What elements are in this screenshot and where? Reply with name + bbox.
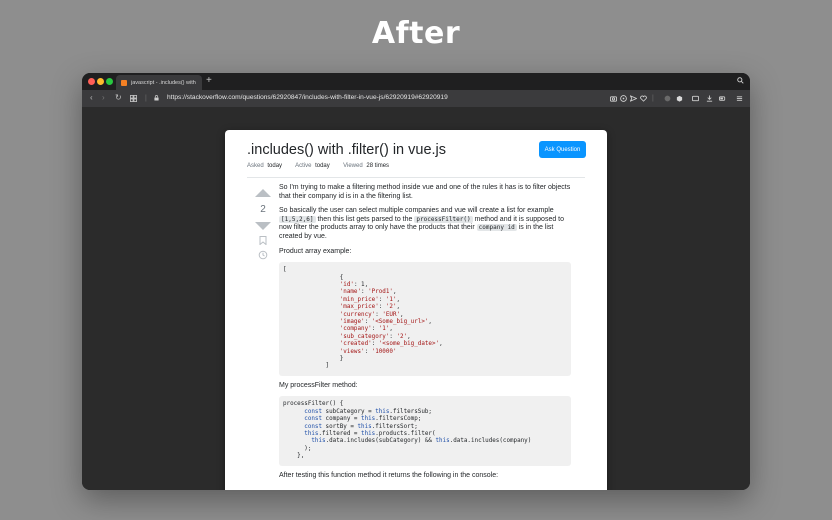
wallet-icon[interactable] [692,95,699,102]
stackoverflow-favicon-icon [121,79,127,86]
asked-value: today [267,163,283,169]
navigation-bar: ‹ › ↻ | https://stackoverflow.com/questi… [82,90,750,107]
heart-icon[interactable] [640,95,647,102]
history-icon[interactable] [258,250,268,260]
code-line: 'created': '<some_big_date>', [339,341,443,348]
code-line: 'min_price': '1', [339,296,401,303]
code-line: 'company': '1', [339,326,393,333]
divider: | [145,95,147,102]
code-block-process-filter: processFilter() { const subCategory = th… [279,396,571,466]
code-line: 'currency': 'EUR', [339,311,404,318]
new-tab-button[interactable]: + [206,76,212,86]
question-title[interactable]: .includes() with .filter() in vue.js [247,142,446,158]
active-value[interactable]: today [315,163,330,169]
code-line: { [283,274,344,281]
camera-icon[interactable] [610,95,617,102]
browser-window: javascript - .includes() with .filt + ‹ … [82,73,750,490]
code-line: processFilter() { [283,401,344,408]
divider [247,177,585,178]
minimize-window-button[interactable] [97,78,104,85]
post-paragraph: After testing this function method it re… [279,471,499,479]
close-window-button[interactable] [88,78,95,85]
tab-bar: javascript - .includes() with .filt + [82,73,750,90]
browser-tab[interactable]: javascript - .includes() with .filt [116,75,202,90]
menu-icon[interactable] [736,95,743,102]
forward-icon[interactable]: › [102,93,105,103]
code-line: 'image': '<Some_big_url>', [339,319,432,325]
box-icon[interactable] [676,95,683,102]
headline-text: After [371,16,461,51]
code-line: const sortBy = this.filtersSort; [304,423,418,430]
address-bar[interactable]: https://stackoverflow.com/questions/6292… [167,94,448,101]
ask-question-button[interactable]: Ask Question [539,141,586,158]
code-line: [ [283,267,287,274]
send-icon[interactable] [630,95,637,102]
download-icon[interactable] [706,95,713,102]
question-card: .includes() with .filter() in vue.js Ask… [225,130,607,490]
shield-icon[interactable] [620,95,627,102]
viewed-label: Viewed [343,163,363,169]
code-block-product-array: [ { 'id': 1, 'name': 'Prod1', 'min_price… [279,262,571,376]
post-paragraph: My processFilter method: [279,381,358,389]
question-meta: Asked today Active today Viewed 28 times [247,163,391,169]
code-line: ); [283,445,312,452]
reload-icon[interactable]: ↻ [115,93,122,103]
code-line: ] [283,363,330,370]
code-line: 'name': 'Prod1', [339,289,397,296]
code-line: this.filtered = this.products.filter( [304,431,436,438]
page-content: .includes() with .filter() in vue.js Ask… [82,107,750,490]
code-line: 'sub_category': '2', [339,333,411,340]
bookmark-icon[interactable] [259,236,267,245]
extension-icon[interactable] [664,95,671,102]
viewed-value: 28 times [366,163,390,169]
code-line: const subCategory = this.filtersSub; [304,408,432,415]
code-line: 'id': 1, [339,281,369,288]
post-body: So I'm trying to make a filtering method… [279,184,571,486]
zoom-window-button[interactable] [106,78,113,85]
asked-label: Asked [247,163,264,169]
code-line: this.data.includes(subCategory) && this.… [311,438,532,445]
code-line: }, [283,453,305,460]
post-paragraph: So I'm trying to make a filtering method… [279,184,571,200]
tab-title: javascript - .includes() with .filt [131,79,197,86]
code-line: 'views': '10000' [339,348,397,355]
back-icon[interactable]: ‹ [90,93,93,103]
downvote-icon[interactable] [255,222,271,230]
divider: | [652,95,654,102]
lock-icon [154,95,159,101]
inline-code: company id [476,224,517,232]
code-line: } [283,356,344,363]
post-paragraph: So basically the user can select multipl… [279,207,565,240]
vote-score: 2 [260,204,266,215]
code-line: 'max_price': '2', [339,304,401,311]
inline-code: processFilter() [414,215,473,223]
active-label: Active [295,163,312,169]
battery-icon[interactable] [719,95,726,102]
tab-overview-icon[interactable] [130,95,137,102]
inline-code: [1,5,2,6] [279,215,316,223]
post-paragraph: Product array example: [279,247,352,255]
upvote-icon[interactable] [255,189,271,197]
tab-search-icon[interactable] [737,77,744,84]
code-line: const company = this.filtersComp; [304,416,422,423]
